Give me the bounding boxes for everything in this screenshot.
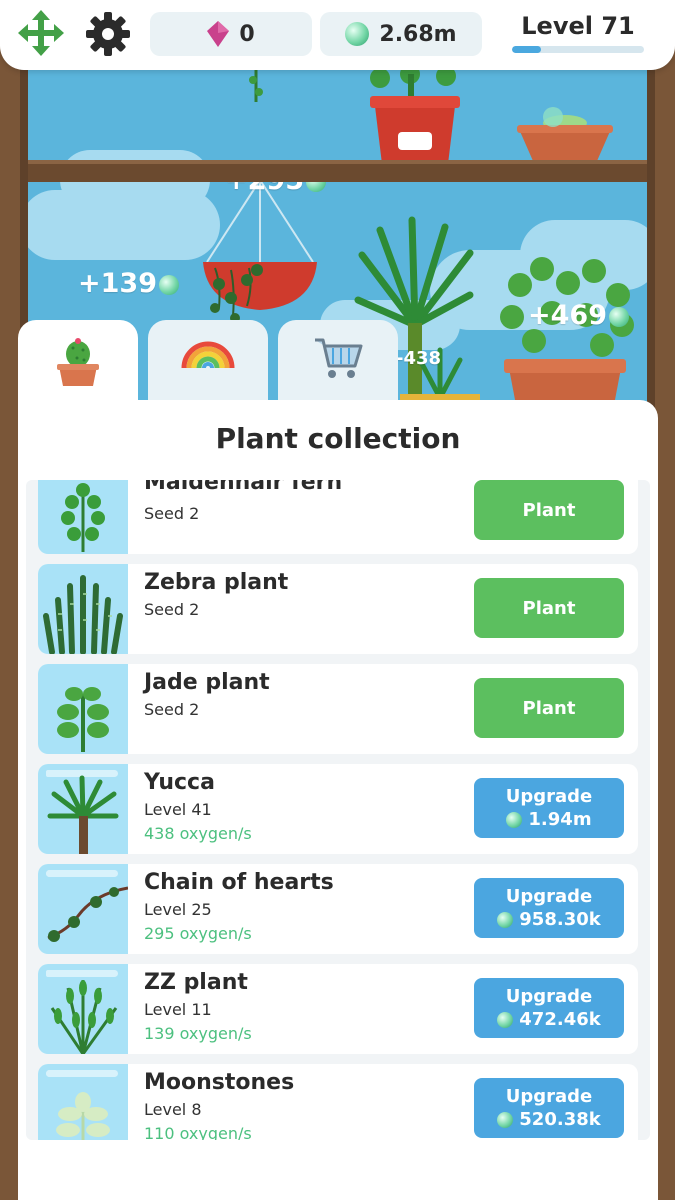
- list-item: Chain of hearts Level 25 295 oxygen/s Up…: [38, 864, 638, 954]
- plant-button[interactable]: Plant: [474, 578, 624, 638]
- upgrade-cost-value: 520.38k: [519, 1109, 601, 1130]
- small-bowl-plant: [517, 107, 613, 161]
- upgrade-cost-value: 958.30k: [519, 909, 601, 930]
- top-potted-plant: [370, 64, 460, 164]
- plant-name: Zebra plant: [144, 570, 289, 595]
- gem-icon: [207, 21, 230, 47]
- oxygen-bubble-icon: [497, 911, 514, 928]
- oxygen-counter: 2.68m: [320, 12, 482, 56]
- upgrade-button[interactable]: Upgrade 958.30k: [474, 878, 624, 938]
- shopping-cart-icon: [315, 338, 363, 378]
- plant-thumbnail: [38, 764, 128, 854]
- plant-oxygen-rate: 110 oxygen/s: [144, 1124, 252, 1140]
- oxygen-bubble-icon: [497, 1011, 514, 1028]
- plant-name: Chain of hearts: [144, 870, 334, 895]
- upgrade-cost: 1.94m: [474, 809, 624, 830]
- chain-of-hearts-icon: [47, 886, 128, 942]
- plant-oxygen-rate: 139 oxygen/s: [144, 1024, 252, 1043]
- plant-thumbnail: [38, 664, 128, 754]
- upgrade-button-label: Upgrade: [505, 986, 593, 1007]
- plant-list[interactable]: Maidenhair fern Seed 2 Plant Zebra plant…: [26, 480, 650, 1140]
- plant-name: Yucca: [144, 770, 215, 795]
- oxygen-bubble-icon: [158, 274, 179, 295]
- cactus-pot-icon: [57, 338, 99, 386]
- upgrade-button[interactable]: Upgrade 520.38k: [474, 1078, 624, 1138]
- plant-name: Moonstones: [144, 1070, 295, 1095]
- list-item: Moonstones Level 8 110 oxygen/s Upgrade …: [38, 1064, 638, 1140]
- oxygen-bubble-icon: [608, 306, 629, 327]
- plant-level: Level 25: [144, 900, 212, 919]
- jade-plant-icon: [57, 687, 109, 752]
- list-item: Maidenhair fern Seed 2 Plant: [38, 480, 638, 554]
- plant-thumbnail: [38, 1064, 128, 1140]
- plant-name: Jade plant: [144, 670, 270, 695]
- oxygen-gain-floater: +139: [78, 268, 179, 299]
- upgrade-cost-value: 1.94m: [528, 809, 592, 830]
- plant-name: Maidenhair fern: [144, 480, 343, 495]
- zebra-plant-icon: [43, 575, 123, 654]
- gems-value: 0: [239, 21, 255, 47]
- level-progress-fill: [512, 46, 542, 53]
- level-label: Level 71: [521, 12, 635, 40]
- oxygen-gain-floater: -438: [396, 348, 442, 369]
- plant-collection-panel: Plant collection Maidenhair fern Seed 2 …: [18, 400, 658, 1200]
- plant-button[interactable]: Plant: [474, 480, 624, 540]
- top-shelf: [10, 160, 665, 182]
- cloud: [20, 190, 220, 260]
- upgrade-button-label: Upgrade: [505, 786, 593, 807]
- plant-thumbnail: [38, 864, 128, 954]
- plant-status: Seed 2: [144, 504, 200, 523]
- list-item: ZZ plant Level 11 139 oxygen/s Upgrade 4…: [38, 964, 638, 1054]
- plant-level: Level 11: [144, 1000, 212, 1019]
- upgrade-cost: 472.46k: [474, 1009, 624, 1030]
- plant-button[interactable]: Plant: [474, 678, 624, 738]
- upgrade-button[interactable]: Upgrade 472.46k: [474, 978, 624, 1038]
- upgrade-button-label: Upgrade: [505, 886, 593, 907]
- plant-oxygen-rate: 295 oxygen/s: [144, 924, 252, 943]
- oxygen-bubble-icon: [506, 811, 523, 828]
- tab-plants[interactable]: [18, 320, 138, 420]
- upgrade-cost: 958.30k: [474, 909, 624, 930]
- list-item: Yucca Level 41 438 oxygen/s Upgrade 1.94…: [38, 764, 638, 854]
- top-bar: 0 2.68m Level 71: [0, 0, 675, 70]
- moonstones-icon: [56, 1092, 110, 1140]
- oxygen-bubble-icon: [345, 22, 370, 46]
- vine-icon: [249, 68, 263, 102]
- hanging-basket: [203, 180, 317, 323]
- upgrade-button[interactable]: Upgrade 1.94m: [474, 778, 624, 838]
- tab-decorations[interactable]: [148, 320, 268, 412]
- yucca-icon: [47, 775, 119, 854]
- maidenhair-fern-icon: [61, 483, 105, 552]
- upgrade-cost-value: 472.46k: [519, 1009, 601, 1030]
- plant-level: Level 41: [144, 800, 212, 819]
- oxygen-bubble-icon: [497, 1111, 514, 1128]
- list-item: Zebra plant Seed 2 Plant: [38, 564, 638, 654]
- plant-thumbnail: [38, 964, 128, 1054]
- plant-thumbnail: [38, 564, 128, 654]
- gear-icon[interactable]: [84, 10, 132, 58]
- plant-button-label: Plant: [522, 499, 576, 521]
- move-arrows-icon[interactable]: [18, 10, 64, 56]
- panel-title: Plant collection: [215, 422, 461, 455]
- plant-name: ZZ plant: [144, 970, 248, 995]
- upgrade-cost: 520.38k: [474, 1109, 624, 1130]
- plant-thumbnail: [38, 480, 128, 554]
- oxygen-value: 2.68m: [379, 21, 457, 47]
- gems-counter[interactable]: 0: [150, 12, 312, 56]
- plant-status: Seed 2: [144, 600, 200, 619]
- plant-button-label: Plant: [522, 697, 576, 719]
- plant-status: Seed 2: [144, 700, 200, 719]
- plant-oxygen-rate: 438 oxygen/s: [144, 824, 252, 843]
- tab-shop[interactable]: [278, 320, 398, 412]
- player-level: Level 71: [510, 10, 646, 58]
- upgrade-button-label: Upgrade: [505, 1086, 593, 1107]
- rainbow-icon: [181, 341, 235, 369]
- zz-plant-icon: [50, 980, 118, 1054]
- list-item: Jade plant Seed 2 Plant: [38, 664, 638, 754]
- plant-level: Level 8: [144, 1100, 202, 1119]
- oxygen-gain-floater: +469: [528, 300, 629, 331]
- plant-button-label: Plant: [522, 597, 576, 619]
- level-progress-bar: [512, 46, 644, 53]
